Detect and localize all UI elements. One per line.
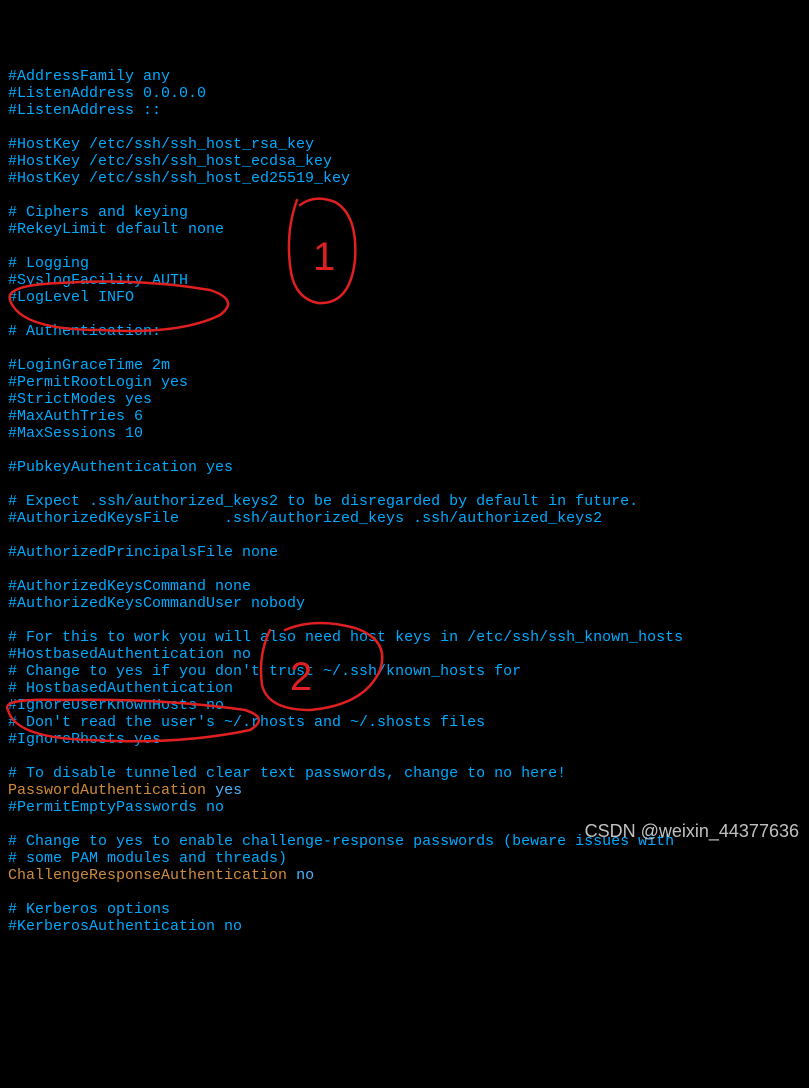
config-line: #MaxAuthTries 6	[8, 408, 801, 425]
config-line: # For this to work you will also need ho…	[8, 629, 801, 646]
config-line: # Don't read the user's ~/.rhosts and ~/…	[8, 714, 801, 731]
config-line: #MaxSessions 10	[8, 425, 801, 442]
config-line: #IgnoreRhosts yes	[8, 731, 801, 748]
config-line: #LoginGraceTime 2m	[8, 357, 801, 374]
config-line: #PermitEmptyPasswords no	[8, 799, 801, 816]
config-line: #PubkeyAuthentication yes	[8, 459, 801, 476]
cra-key: ChallengeResponseAuthentication	[8, 867, 287, 884]
config-line: # HostbasedAuthentication	[8, 680, 801, 697]
config-line: # Kerberos options	[8, 901, 801, 918]
config-line	[8, 442, 801, 459]
config-line: #AddressFamily any	[8, 68, 801, 85]
config-line: # Authentication:	[8, 323, 801, 340]
watermark: CSDN @weixin_44377636	[585, 823, 799, 840]
config-line: # To disable tunneled clear text passwor…	[8, 765, 801, 782]
config-line: #HostbasedAuthentication no	[8, 646, 801, 663]
config-line-challengeresponse: ChallengeResponseAuthentication no	[8, 867, 801, 884]
config-line: #SyslogFacility AUTH	[8, 272, 801, 289]
config-line	[8, 612, 801, 629]
config-line: # some PAM modules and threads)	[8, 850, 801, 867]
config-line: #HostKey /etc/ssh/ssh_host_rsa_key	[8, 136, 801, 153]
config-line: # Logging	[8, 255, 801, 272]
config-line: # Expect .ssh/authorized_keys2 to be dis…	[8, 493, 801, 510]
config-line-passwordauth: PasswordAuthentication yes	[8, 782, 801, 799]
config-line: # Change to yes if you don't trust ~/.ss…	[8, 663, 801, 680]
config-line: #StrictModes yes	[8, 391, 801, 408]
config-line: #ListenAddress ::	[8, 102, 801, 119]
config-line: #KerberosAuthentication no	[8, 918, 801, 935]
config-line-permitrootlogin: #PermitRootLogin yes	[8, 374, 801, 391]
config-line: #AuthorizedKeysFile .ssh/authorized_keys…	[8, 510, 801, 527]
config-line: #AuthorizedPrincipalsFile none	[8, 544, 801, 561]
passwordauth-key: PasswordAuthentication	[8, 782, 206, 799]
config-line: #HostKey /etc/ssh/ssh_host_ecdsa_key	[8, 153, 801, 170]
config-file-editor[interactable]: #AddressFamily any#ListenAddress 0.0.0.0…	[0, 68, 809, 935]
config-line: #HostKey /etc/ssh/ssh_host_ed25519_key	[8, 170, 801, 187]
config-line: #AuthorizedKeysCommandUser nobody	[8, 595, 801, 612]
config-line: #LogLevel INFO	[8, 289, 801, 306]
config-line	[8, 119, 801, 136]
config-line	[8, 748, 801, 765]
config-line	[8, 527, 801, 544]
config-line	[8, 884, 801, 901]
passwordauth-value: yes	[215, 782, 242, 799]
config-line	[8, 476, 801, 493]
config-line: #RekeyLimit default none	[8, 221, 801, 238]
config-line	[8, 340, 801, 357]
config-line	[8, 187, 801, 204]
cra-value: no	[296, 867, 314, 884]
config-line	[8, 561, 801, 578]
config-line: #ListenAddress 0.0.0.0	[8, 85, 801, 102]
config-line	[8, 306, 801, 323]
config-line: # Ciphers and keying	[8, 204, 801, 221]
config-line: #IgnoreUserKnownHosts no	[8, 697, 801, 714]
config-line: #AuthorizedKeysCommand none	[8, 578, 801, 595]
config-line	[8, 238, 801, 255]
